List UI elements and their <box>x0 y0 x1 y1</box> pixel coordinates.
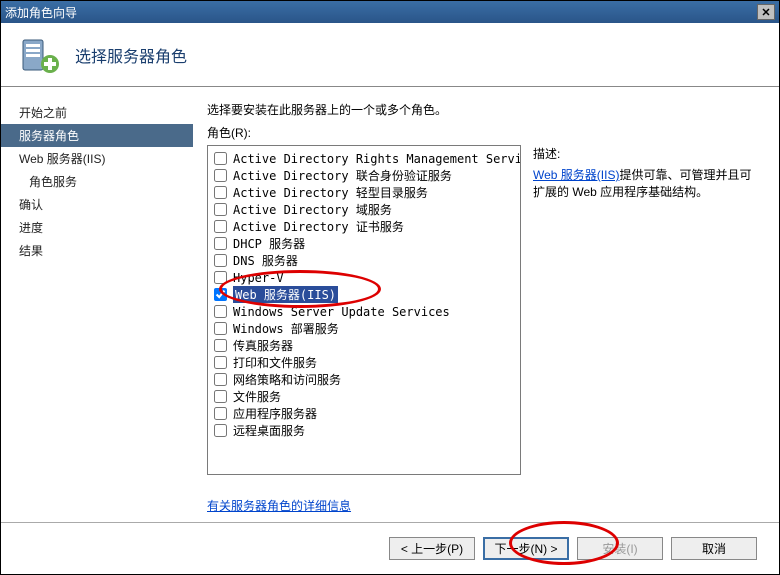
role-label: 应用程序服务器 <box>233 405 317 422</box>
role-checkbox-12[interactable] <box>214 356 227 369</box>
role-label: Active Directory 证书服务 <box>233 218 404 235</box>
previous-button[interactable]: < 上一步(P) <box>389 537 475 560</box>
description-text: Web 服务器(IIS)提供可靠、可管理并且可扩展的 Web 应用程序基础结构。 <box>533 166 763 200</box>
role-label: Windows 部署服务 <box>233 320 339 337</box>
role-item-9[interactable]: Windows Server Update Services <box>212 303 516 320</box>
role-label: 传真服务器 <box>233 337 293 354</box>
role-label: Hyper-V <box>233 271 284 285</box>
role-label: Active Directory 联合身份验证服务 <box>233 167 452 184</box>
role-label: Windows Server Update Services <box>233 305 450 319</box>
roles-listbox[interactable]: Active Directory Rights Management Servi… <box>207 145 521 475</box>
role-item-15[interactable]: 应用程序服务器 <box>212 405 516 422</box>
role-checkbox-13[interactable] <box>214 373 227 386</box>
description-label: 描述: <box>533 145 763 162</box>
role-checkbox-10[interactable] <box>214 322 227 335</box>
role-item-8[interactable]: Web 服务器(IIS) <box>212 286 516 303</box>
role-checkbox-2[interactable] <box>214 186 227 199</box>
wizard-header: 选择服务器角色 <box>1 23 779 87</box>
sidebar-step-1[interactable]: 服务器角色 <box>1 124 193 147</box>
role-checkbox-4[interactable] <box>214 220 227 233</box>
role-item-0[interactable]: Active Directory Rights Management Servi… <box>212 150 516 167</box>
role-checkbox-14[interactable] <box>214 390 227 403</box>
role-item-2[interactable]: Active Directory 轻型目录服务 <box>212 184 516 201</box>
role-label: 文件服务 <box>233 388 281 405</box>
role-label: Active Directory 域服务 <box>233 201 392 218</box>
role-label: Active Directory 轻型目录服务 <box>233 184 428 201</box>
role-item-14[interactable]: 文件服务 <box>212 388 516 405</box>
role-label: DNS 服务器 <box>233 252 298 269</box>
next-button[interactable]: 下一步(N) > <box>483 537 569 560</box>
wizard-footer: < 上一步(P) 下一步(N) > 安装(I) 取消 <box>1 522 779 574</box>
role-checkbox-5[interactable] <box>214 237 227 250</box>
role-checkbox-16[interactable] <box>214 424 227 437</box>
sidebar-step-5[interactable]: 进度 <box>1 216 193 239</box>
role-checkbox-6[interactable] <box>214 254 227 267</box>
role-item-4[interactable]: Active Directory 证书服务 <box>212 218 516 235</box>
role-label: Web 服务器(IIS) <box>233 286 338 303</box>
sidebar-step-4[interactable]: 确认 <box>1 193 193 216</box>
sidebar-step-2[interactable]: Web 服务器(IIS) <box>1 147 193 170</box>
role-label: 打印和文件服务 <box>233 354 317 371</box>
wizard-steps-sidebar: 开始之前服务器角色Web 服务器(IIS)角色服务确认进度结果 <box>1 87 193 522</box>
role-checkbox-9[interactable] <box>214 305 227 318</box>
role-checkbox-7[interactable] <box>214 271 227 284</box>
role-label: 远程桌面服务 <box>233 422 305 439</box>
role-item-12[interactable]: 打印和文件服务 <box>212 354 516 371</box>
instruction-text: 选择要安装在此服务器上的一个或多个角色。 <box>207 101 763 118</box>
install-button: 安装(I) <box>577 537 663 560</box>
role-item-16[interactable]: 远程桌面服务 <box>212 422 516 439</box>
close-button[interactable]: ✕ <box>757 4 775 20</box>
role-item-11[interactable]: 传真服务器 <box>212 337 516 354</box>
roles-label: 角色(R): <box>207 124 763 141</box>
role-item-6[interactable]: DNS 服务器 <box>212 252 516 269</box>
role-checkbox-1[interactable] <box>214 169 227 182</box>
server-role-icon <box>19 34 61 76</box>
role-checkbox-11[interactable] <box>214 339 227 352</box>
role-item-7[interactable]: Hyper-V <box>212 269 516 286</box>
role-item-1[interactable]: Active Directory 联合身份验证服务 <box>212 167 516 184</box>
sidebar-step-3[interactable]: 角色服务 <box>1 170 193 193</box>
more-info-link[interactable]: 有关服务器角色的详细信息 <box>207 499 351 513</box>
role-label: DHCP 服务器 <box>233 235 305 252</box>
role-label: 网络策略和访问服务 <box>233 371 341 388</box>
more-info: 有关服务器角色的详细信息 <box>207 497 763 514</box>
window-title: 添加角色向导 <box>5 4 757 21</box>
cancel-button[interactable]: 取消 <box>671 537 757 560</box>
page-title: 选择服务器角色 <box>75 43 187 67</box>
role-checkbox-3[interactable] <box>214 203 227 216</box>
role-item-13[interactable]: 网络策略和访问服务 <box>212 371 516 388</box>
role-label: Active Directory Rights Management Servi… <box>233 152 521 166</box>
sidebar-step-6[interactable]: 结果 <box>1 239 193 262</box>
role-item-10[interactable]: Windows 部署服务 <box>212 320 516 337</box>
sidebar-step-0[interactable]: 开始之前 <box>1 101 193 124</box>
role-checkbox-0[interactable] <box>214 152 227 165</box>
role-item-5[interactable]: DHCP 服务器 <box>212 235 516 252</box>
role-item-3[interactable]: Active Directory 域服务 <box>212 201 516 218</box>
titlebar: 添加角色向导 ✕ <box>1 1 779 23</box>
description-link[interactable]: Web 服务器(IIS) <box>533 168 619 182</box>
role-checkbox-8[interactable] <box>214 288 227 301</box>
role-checkbox-15[interactable] <box>214 407 227 420</box>
